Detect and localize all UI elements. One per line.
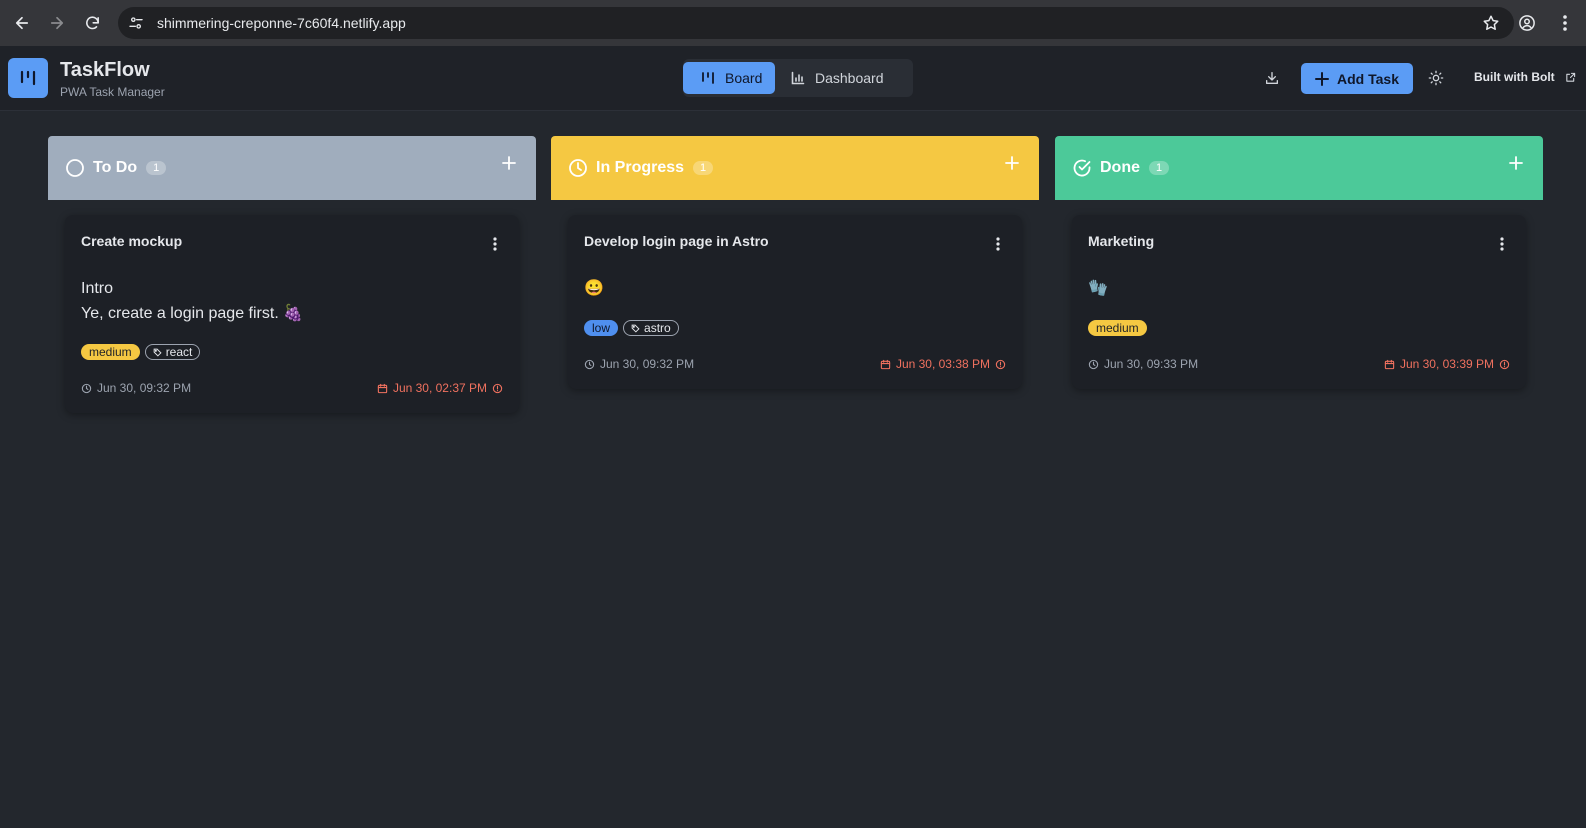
app-title: TaskFlow	[60, 59, 150, 81]
check-circle-icon	[1072, 158, 1092, 178]
task-title: Create mockup	[81, 233, 183, 249]
created-date-text: Jun 30, 09:33 PM	[1104, 357, 1199, 371]
clock-icon	[584, 359, 595, 369]
tab-board-label: Board	[725, 70, 763, 86]
add-task-label: Add Task	[1337, 70, 1399, 87]
view-switcher: Board Dashboard	[683, 59, 913, 97]
task-description-line: Intro	[81, 280, 114, 297]
column-todo: To Do 1 Create mockup Intro Ye, create a…	[48, 136, 536, 776]
created-date-text: Jun 30, 09:32 PM	[600, 357, 695, 371]
add-card-plus-icon[interactable]	[502, 156, 516, 170]
download-icon[interactable]	[1260, 66, 1284, 90]
created-date: Jun 30, 09:32 PM	[584, 357, 694, 371]
reload-icon[interactable]	[80, 11, 104, 35]
app-subtitle: PWA Task Manager	[60, 85, 165, 99]
alert-circle-icon	[1499, 359, 1510, 369]
created-date-text: Jun 30, 09:32 PM	[97, 381, 192, 395]
add-task-button[interactable]: Add Task	[1301, 63, 1413, 94]
tag-badge: react	[144, 344, 201, 360]
priority-badge: low	[584, 320, 619, 336]
back-icon[interactable]	[10, 11, 34, 35]
column-done: Done 1 Marketing 🧤 medium Jun 30, 09:33 …	[1055, 136, 1543, 776]
calendar-icon	[377, 383, 388, 393]
browser-menu-icon[interactable]	[1553, 11, 1577, 35]
task-description: Intro Ye, create a login page first. 🍇	[81, 276, 303, 326]
tag-label: astro	[644, 321, 671, 335]
task-card[interactable]: Marketing 🧤 medium Jun 30, 09:33 PM Jun …	[1072, 215, 1526, 389]
due-date-overdue: Jun 30, 02:37 PM	[377, 381, 503, 395]
column-header-done: Done 1	[1055, 136, 1543, 200]
add-card-plus-icon[interactable]	[1005, 156, 1019, 170]
due-date-overdue: Jun 30, 03:39 PM	[1384, 357, 1510, 371]
alert-circle-icon	[995, 359, 1006, 369]
column-header-in-progress: In Progress 1	[551, 136, 1039, 200]
task-description-line: 🧤	[1088, 280, 1108, 297]
built-with-bolt-link[interactable]: Built with Bolt	[1474, 70, 1576, 84]
task-tags: medium	[1088, 320, 1147, 336]
bookmark-star-icon[interactable]	[1482, 14, 1500, 32]
column-count-badge: 1	[693, 161, 714, 175]
task-description-line: 😀	[584, 280, 604, 297]
site-settings-icon[interactable]	[128, 15, 144, 31]
column-title: Done	[1100, 159, 1140, 176]
app-logo-icon	[8, 58, 48, 98]
tag-icon	[631, 324, 640, 333]
task-description-line: Ye, create a login page first. 🍇	[81, 305, 304, 322]
more-vertical-icon[interactable]	[996, 237, 1000, 251]
add-card-plus-icon[interactable]	[1509, 156, 1523, 170]
theme-toggle-sun-icon[interactable]	[1424, 66, 1448, 90]
tag-icon	[153, 348, 162, 357]
tag-label: react	[165, 345, 193, 359]
tab-dashboard-label: Dashboard	[815, 70, 884, 86]
address-bar[interactable]: shimmering-creponne-7c60f4.netlify.app	[118, 7, 1514, 39]
tab-dashboard[interactable]: Dashboard	[783, 62, 909, 94]
column-in-progress: In Progress 1 Develop login page in Astr…	[551, 136, 1039, 776]
tab-board[interactable]: Board	[683, 62, 775, 94]
task-title: Marketing	[1088, 233, 1155, 249]
due-date-text: Jun 30, 03:39 PM	[1399, 357, 1494, 371]
plus-icon	[1315, 71, 1329, 86]
column-title: In Progress	[596, 159, 685, 176]
profile-icon[interactable]	[1515, 11, 1539, 35]
due-date-text: Jun 30, 03:38 PM	[895, 357, 990, 371]
clock-icon	[81, 383, 92, 393]
created-date: Jun 30, 09:33 PM	[1088, 357, 1198, 371]
task-title: Develop login page in Astro	[584, 233, 769, 249]
more-vertical-icon[interactable]	[1500, 237, 1504, 251]
board-icon	[701, 71, 725, 85]
circle-icon	[65, 158, 85, 178]
column-header-todo: To Do 1	[48, 136, 536, 200]
priority-badge: medium	[1088, 320, 1147, 336]
bar-chart-icon	[791, 71, 815, 85]
column-title: To Do	[93, 159, 138, 176]
task-card[interactable]: Develop login page in Astro 😀 low astro …	[568, 215, 1022, 389]
clock-icon	[568, 158, 588, 178]
task-tags: medium react	[81, 344, 201, 360]
column-count-badge: 1	[1149, 161, 1170, 175]
clock-icon	[1088, 359, 1099, 369]
calendar-icon	[1384, 359, 1395, 369]
due-date-text: Jun 30, 02:37 PM	[392, 381, 487, 395]
task-description: 😀	[584, 276, 604, 301]
priority-badge: medium	[81, 344, 140, 360]
due-date-overdue: Jun 30, 03:38 PM	[880, 357, 1006, 371]
more-vertical-icon[interactable]	[493, 237, 497, 251]
built-with-bolt-label: Built with Bolt	[1474, 70, 1555, 84]
app-header: TaskFlow PWA Task Manager Board Dashboar…	[0, 46, 1586, 111]
calendar-icon	[880, 359, 891, 369]
url-text: shimmering-creponne-7c60f4.netlify.app	[157, 15, 406, 31]
forward-icon[interactable]	[45, 11, 69, 35]
task-description: 🧤	[1088, 276, 1108, 301]
column-count-badge: 1	[146, 161, 167, 175]
external-link-icon	[1565, 72, 1575, 82]
task-card[interactable]: Create mockup Intro Ye, create a login p…	[65, 215, 519, 413]
task-tags: low astro	[584, 320, 679, 336]
created-date: Jun 30, 09:32 PM	[81, 381, 191, 395]
alert-circle-icon	[492, 383, 503, 393]
browser-toolbar: shimmering-creponne-7c60f4.netlify.app	[0, 0, 1586, 46]
tag-badge: astro	[623, 320, 679, 336]
